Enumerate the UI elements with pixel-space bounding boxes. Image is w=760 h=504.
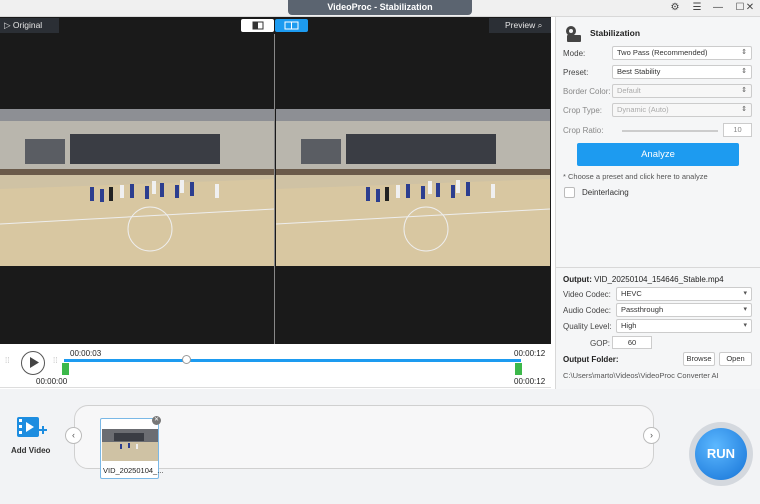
crop-ratio-label: Crop Ratio: <box>563 126 604 135</box>
mode-value: Two Pass (Recommended) <box>617 48 708 57</box>
play-icon <box>30 357 39 368</box>
scroll-right-button[interactable]: › <box>643 427 660 444</box>
chevron-down-icon: ▾ <box>743 322 747 329</box>
trim-start-handle[interactable] <box>62 363 69 375</box>
preview-label[interactable]: Preview ⌕ <box>489 18 551 33</box>
mode-select[interactable]: Two Pass (Recommended) ⇕ <box>612 46 752 60</box>
border-color-label: Border Color: <box>563 87 611 96</box>
original-label-text: Original <box>12 20 43 30</box>
chevron-updown-icon: ⇕ <box>741 68 747 75</box>
audio-codec-value: Passthrough <box>621 305 664 314</box>
gop-input[interactable]: 60 <box>612 336 652 349</box>
output-row: Output: VID_20250104_154646_Stable.mp4 <box>563 275 724 284</box>
clip-strip <box>74 405 654 469</box>
preview-header: ▷ Original Preview ⌕ <box>0 17 551 34</box>
grip-right-icon: ⁞⁞ <box>53 356 58 365</box>
compare-view-icon <box>284 21 299 30</box>
preview-area: ▷ Original Preview ⌕ <box>0 17 551 344</box>
crop-type-label: Crop Type: <box>563 106 602 115</box>
gop-label: GOP: <box>590 339 611 348</box>
single-view-toggle[interactable] <box>241 19 274 32</box>
compare-view-toggle[interactable] <box>275 19 308 32</box>
single-view-icon <box>252 21 264 30</box>
crop-type-select[interactable]: Dynamic (Auto) ⇕ <box>612 103 752 117</box>
output-folder-label: Output Folder: <box>563 355 619 364</box>
menu-icon[interactable]: ☰ <box>686 1 708 15</box>
deinterlacing-checkbox[interactable] <box>564 187 575 198</box>
crop-ratio-slider[interactable] <box>622 130 718 132</box>
border-color-select[interactable]: Default ⇕ <box>612 84 752 98</box>
output-folder-path: C:\Users\marto\Videos\VideoProc Converte… <box>563 371 719 380</box>
video-codec-select[interactable]: HEVC ▾ <box>616 287 752 301</box>
preset-select[interactable]: Best Stability ⇕ <box>612 65 752 79</box>
crop-type-value: Dynamic (Auto) <box>617 105 669 114</box>
browse-button[interactable]: Browse <box>683 352 715 366</box>
split-divider[interactable] <box>274 34 275 344</box>
title-bar: VideoProc - Stabilization ⚙ ☰ — ☐ ✕ <box>0 0 760 17</box>
video-codec-value: HEVC <box>621 289 642 298</box>
add-video-button[interactable] <box>17 415 47 441</box>
chevron-right-icon: › <box>650 430 653 440</box>
panel-title: Stabilization <box>590 28 641 38</box>
quality-label: Quality Level: <box>563 322 612 331</box>
add-video-icon <box>17 417 47 437</box>
play-button[interactable] <box>21 351 45 375</box>
grip-left-icon: ⁞⁞ <box>5 356 10 365</box>
border-color-value: Default <box>617 86 641 95</box>
window-title: VideoProc - Stabilization <box>288 0 472 15</box>
add-video-label[interactable]: Add Video <box>11 446 50 455</box>
timeline-track[interactable] <box>64 359 521 362</box>
clip-name: VID_20250104_... <box>103 466 164 475</box>
analyze-hint: * Choose a preset and click here to anal… <box>563 172 708 181</box>
stabilization-icon <box>566 26 581 42</box>
timeline: ⁞⁞ ⁞⁞ 00:00:03 00:00:12 00:00:00 00:00:1… <box>0 344 551 388</box>
chevron-updown-icon: ⇕ <box>741 106 747 113</box>
preview-label-text: Preview <box>505 20 536 30</box>
stabilization-panel: Stabilization Mode: Two Pass (Recommende… <box>555 17 760 389</box>
quality-value: High <box>621 321 637 330</box>
settings-icon[interactable]: ⚙ <box>664 1 686 15</box>
chevron-updown-icon: ⇕ <box>741 87 747 94</box>
clip-thumbnail[interactable]: VID_20250104_... ✕ <box>100 416 163 479</box>
chevron-down-icon: ▾ <box>743 306 747 313</box>
remove-clip-icon[interactable]: ✕ <box>152 416 161 425</box>
original-video-frame <box>0 109 274 266</box>
chevron-updown-icon: ⇕ <box>741 49 747 56</box>
output-filename[interactable]: VID_20250104_154646_Stable.mp4 <box>594 275 723 284</box>
quality-select[interactable]: High ▾ <box>616 319 752 333</box>
preview-video-frame <box>276 109 550 266</box>
audio-codec-select[interactable]: Passthrough ▾ <box>616 303 752 317</box>
clip-thumbnail-image <box>102 429 158 461</box>
audio-codec-label: Audio Codec: <box>563 306 612 315</box>
end-time-top: 00:00:12 <box>514 349 546 358</box>
analyze-button[interactable]: Analyze <box>577 143 739 166</box>
trim-end-handle[interactable] <box>515 363 522 375</box>
panel-divider <box>556 267 760 268</box>
end-time-bottom: 00:00:12 <box>514 377 546 386</box>
scroll-left-button[interactable]: ‹ <box>65 427 82 444</box>
output-label: Output: <box>563 275 592 284</box>
bottom-bar: Add Video ‹ › VID_20250104_... ✕ RUN <box>0 389 760 504</box>
crop-ratio-input[interactable]: 10 <box>723 123 752 137</box>
deinterlacing-label: Deinterlacing <box>582 188 629 197</box>
preset-value: Best Stability <box>617 67 661 76</box>
start-time: 00:00:00 <box>36 377 68 386</box>
run-button[interactable]: RUN <box>695 428 747 480</box>
chevron-left-icon: ‹ <box>72 430 75 440</box>
current-time: 00:00:03 <box>70 349 102 358</box>
playhead[interactable] <box>182 355 192 364</box>
preset-label: Preset: <box>563 68 589 77</box>
open-button[interactable]: Open <box>719 352 752 366</box>
chevron-down-icon: ▾ <box>743 290 747 297</box>
mode-label: Mode: <box>563 49 586 58</box>
video-codec-label: Video Codec: <box>563 290 611 299</box>
minimize-button[interactable]: — <box>707 1 729 15</box>
search-icon: ⌕ <box>537 20 543 30</box>
original-label: ▷ Original <box>0 18 59 33</box>
close-button[interactable]: ✕ <box>740 1 760 15</box>
